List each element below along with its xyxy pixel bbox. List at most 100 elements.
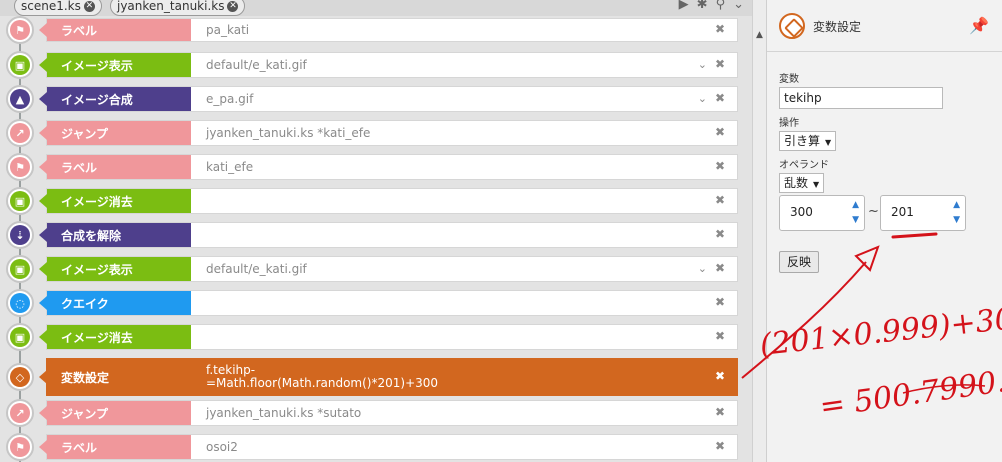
- command-card[interactable]: イメージ表示 default/e_kati.gif ⌄ ✖: [39, 52, 738, 78]
- search-icon[interactable]: ⚲: [716, 0, 726, 12]
- command-card[interactable]: 合成を解除 ✖: [39, 222, 738, 248]
- delete-icon[interactable]: ✖: [715, 22, 725, 36]
- range-max-input[interactable]: 201 ▲ ▼: [880, 195, 966, 231]
- command-value: osoi2: [206, 440, 238, 454]
- play-icon[interactable]: ▶: [679, 0, 689, 12]
- image-compose-icon: ▲: [10, 89, 30, 109]
- command-row[interactable]: ⚑ ラベル kati_efe ✖: [0, 153, 752, 181]
- image-erase-icon: ▣: [10, 327, 30, 347]
- chevron-down-icon[interactable]: ⌄: [733, 0, 744, 12]
- operand-label: オペランド: [779, 160, 829, 171]
- chevron-down-icon[interactable]: ⌄: [698, 58, 707, 71]
- command-value: default/e_kati.gif: [206, 262, 307, 276]
- command-row[interactable]: ▲ イメージ合成 e_pa.gif ⌄ ✖: [0, 85, 752, 113]
- delete-icon[interactable]: ✖: [715, 369, 725, 383]
- image-show-icon: ▣: [10, 55, 30, 75]
- scroll-up-icon[interactable]: ▲: [756, 30, 763, 40]
- command-row[interactable]: ⚑ ラベル osoi2 ✖: [0, 433, 752, 461]
- command-card[interactable]: 変数設定 f.tekihp- =Math.floor(Math.random()*2…: [39, 358, 738, 396]
- command-icon-frame: ▣: [6, 51, 34, 79]
- operation-value: 引き算: [784, 134, 821, 148]
- delete-icon[interactable]: ✖: [715, 159, 725, 173]
- command-icon-frame: ⚑: [6, 16, 34, 44]
- command-icon-frame: ↗: [6, 399, 34, 427]
- operand-value: 乱数: [784, 176, 809, 190]
- operand-select[interactable]: 乱数 ▼: [779, 173, 825, 193]
- command-label: ジャンプ: [39, 401, 191, 425]
- command-label: イメージ表示: [39, 257, 191, 281]
- delete-icon[interactable]: ✖: [715, 91, 725, 105]
- variable-icon: ◇: [10, 367, 30, 387]
- chevron-down-icon: ▼: [813, 180, 820, 189]
- command-card[interactable]: ラベル osoi2 ✖: [39, 434, 738, 460]
- panel-header: 変数設定 📌: [767, 0, 1002, 52]
- command-row[interactable]: ▣ イメージ消去 ✖: [0, 323, 752, 351]
- delete-icon[interactable]: ✖: [715, 439, 725, 453]
- command-row[interactable]: ▣ イメージ消去 ✖: [0, 187, 752, 215]
- delete-icon[interactable]: ✖: [715, 329, 725, 343]
- pin-icon[interactable]: 📌: [969, 16, 989, 35]
- command-row[interactable]: ◇ 変数設定 f.tekihp- =Math.floor(Math.random()*…: [0, 358, 752, 396]
- command-card[interactable]: ジャンプ jyanken_tanuki.ks *sutato ✖: [39, 400, 738, 426]
- command-row[interactable]: ▣ イメージ表示 default/e_kati.gif ⌄ ✖: [0, 51, 752, 79]
- range-min-value: 300: [790, 205, 813, 219]
- variable-input[interactable]: tekihp: [779, 87, 943, 109]
- command-row[interactable]: ↗ ジャンプ jyanken_tanuki.ks *kati_efe ✖: [0, 119, 752, 147]
- tab-scene1[interactable]: scene1.ks ✕: [14, 0, 102, 16]
- command-card[interactable]: イメージ合成 e_pa.gif ⌄ ✖: [39, 86, 738, 112]
- command-label: イメージ合成: [39, 87, 191, 111]
- delete-icon[interactable]: ✖: [715, 405, 725, 419]
- command-card[interactable]: ラベル pa_kati ✖: [39, 18, 738, 42]
- tab-label: jyanken_tanuki.ks: [117, 0, 225, 13]
- delete-icon[interactable]: ✖: [715, 261, 725, 275]
- tab-jyanken-tanuki[interactable]: jyanken_tanuki.ks ✕: [110, 0, 246, 16]
- image-erase-icon: ▣: [10, 191, 30, 211]
- command-row[interactable]: ⇣ 合成を解除 ✖: [0, 221, 752, 249]
- command-label: イメージ消去: [39, 325, 191, 349]
- delete-icon[interactable]: ✖: [715, 57, 725, 71]
- delete-icon[interactable]: ✖: [715, 227, 725, 241]
- jump-icon: ↗: [10, 403, 30, 423]
- close-icon[interactable]: ✕: [83, 0, 95, 12]
- command-label: ラベル: [39, 435, 191, 459]
- command-row[interactable]: ⚑ ラベル pa_kati ✖: [0, 16, 752, 44]
- bug-icon[interactable]: ✱: [697, 0, 708, 12]
- command-card[interactable]: ジャンプ jyanken_tanuki.ks *kati_efe ✖: [39, 120, 738, 146]
- command-row[interactable]: ◌ クエイク ✖: [0, 289, 752, 317]
- apply-button[interactable]: 反映: [779, 251, 819, 273]
- command-card[interactable]: イメージ消去 ✖: [39, 188, 738, 214]
- range-min-input[interactable]: 300 ▲ ▼: [779, 195, 865, 231]
- command-label: 合成を解除: [39, 223, 191, 247]
- command-row[interactable]: ↗ ジャンプ jyanken_tanuki.ks *sutato ✖: [0, 399, 752, 427]
- command-card[interactable]: ラベル kati_efe ✖: [39, 154, 738, 180]
- command-value: jyanken_tanuki.ks *kati_efe: [206, 126, 371, 140]
- command-value-line2: =Math.floor(Math.random()*201)+300: [206, 376, 439, 390]
- chevron-down-icon[interactable]: ⌄: [698, 92, 707, 105]
- flag-icon: ⚑: [10, 157, 30, 177]
- scrollbar[interactable]: ▲: [752, 0, 766, 462]
- close-icon[interactable]: ✕: [227, 0, 239, 12]
- command-icon-frame: ↗: [6, 119, 34, 147]
- spinner-icon[interactable]: ▲ ▼: [953, 198, 960, 228]
- quake-icon: ◌: [10, 293, 30, 313]
- image-show-icon: ▣: [10, 259, 30, 279]
- command-timeline: ⚑ ラベル pa_kati ✖ ▣ イメージ表示 default/e_kati.gif ⌄ ✖ ▲…: [0, 16, 752, 462]
- command-value: e_pa.gif: [206, 92, 254, 106]
- command-label: ジャンプ: [39, 121, 191, 145]
- chevron-down-icon[interactable]: ⌄: [698, 262, 707, 275]
- command-row[interactable]: ▣ イメージ表示 default/e_kati.gif ⌄ ✖: [0, 255, 752, 283]
- operation-select[interactable]: 引き算 ▼: [779, 131, 837, 151]
- delete-icon[interactable]: ✖: [715, 295, 725, 309]
- command-label: ラベル: [39, 19, 191, 41]
- delete-icon[interactable]: ✖: [715, 125, 725, 139]
- delete-icon[interactable]: ✖: [715, 193, 725, 207]
- spinner-icon[interactable]: ▲ ▼: [852, 198, 859, 228]
- command-value: pa_kati: [206, 23, 250, 37]
- command-icon-frame: ▲: [6, 85, 34, 113]
- command-card[interactable]: イメージ消去 ✖: [39, 324, 738, 350]
- command-value: f.tekihp- =Math.floor(Math.random()*201)+…: [206, 359, 438, 395]
- command-icon-frame: ◌: [6, 289, 34, 317]
- command-card[interactable]: イメージ表示 default/e_kati.gif ⌄ ✖: [39, 256, 738, 282]
- panel-title: 変数設定: [813, 20, 862, 34]
- command-card[interactable]: クエイク ✖: [39, 290, 738, 316]
